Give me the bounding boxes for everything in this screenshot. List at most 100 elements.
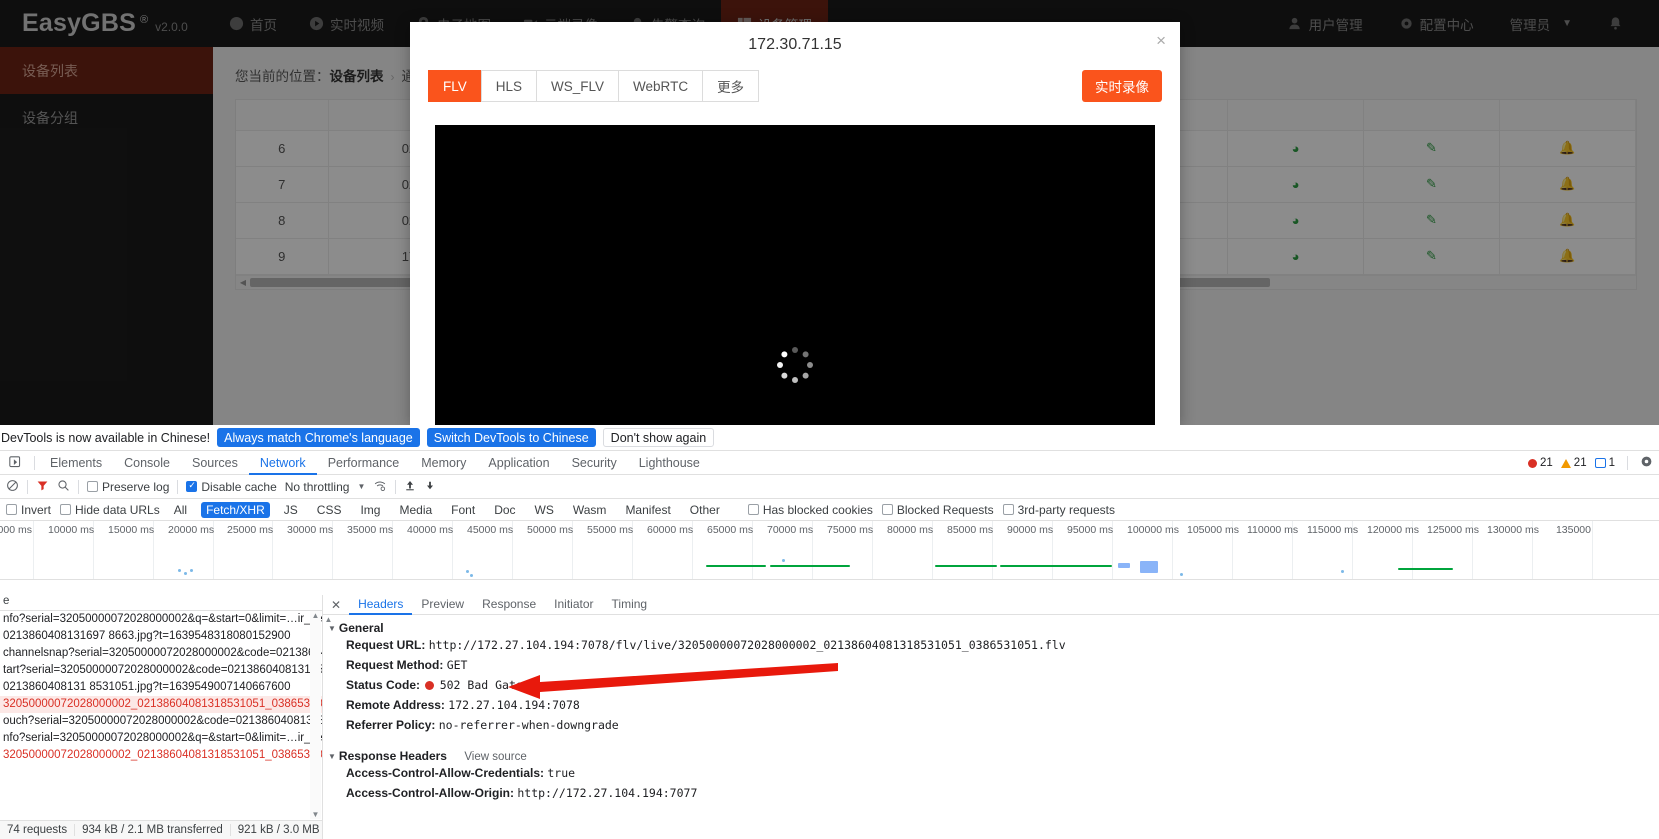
checkbox-box: [6, 504, 17, 515]
inspect-element-icon[interactable]: [0, 456, 30, 469]
detail-scrollbar[interactable]: ▲: [323, 615, 334, 839]
request-list-scrollbar[interactable]: ▲ ▼: [310, 611, 321, 819]
list-item[interactable]: channelsnap?serial=32050000072028000002&…: [0, 645, 322, 662]
has-blocked-cookies-checkbox[interactable]: Has blocked cookies: [748, 503, 873, 517]
error-count-badge[interactable]: 21: [1528, 457, 1553, 469]
filter-type-font[interactable]: Font: [446, 502, 480, 518]
protocol-tab-flv[interactable]: FLV: [428, 70, 482, 102]
search-icon[interactable]: [57, 479, 70, 495]
tab-application[interactable]: Application: [477, 451, 560, 475]
filter-type-manifest[interactable]: Manifest: [620, 502, 675, 518]
detail-tab-timing[interactable]: Timing: [603, 595, 657, 615]
timeline-blue-bar: [1118, 563, 1130, 568]
tab-console[interactable]: Console: [113, 451, 181, 475]
timeline-tick-label: 130000 ms: [1487, 524, 1531, 536]
protocol-tab-hls[interactable]: HLS: [481, 70, 537, 102]
scroll-up-icon[interactable]: ▲: [310, 611, 321, 620]
tab-sources[interactable]: Sources: [181, 451, 249, 475]
general-section-title[interactable]: ▼General: [328, 621, 1659, 635]
timeline-tick-label: 65000 ms: [707, 524, 751, 536]
devtools-settings-gear-icon[interactable]: [1640, 455, 1653, 471]
close-detail-icon[interactable]: ✕: [323, 598, 349, 612]
close-icon[interactable]: ×: [1156, 32, 1166, 49]
switch-language-button[interactable]: Switch DevTools to Chinese: [427, 428, 596, 447]
protocol-tab-ws-flv[interactable]: WS_FLV: [536, 70, 619, 102]
preserve-log-checkbox[interactable]: Preserve log: [87, 480, 169, 494]
timeline-blue-bar: [1140, 561, 1158, 573]
network-overview-timeline[interactable]: 5000 ms 10000 ms 15000 ms 20000 ms 25000…: [0, 521, 1659, 580]
protocol-tab-webrtc[interactable]: WebRTC: [618, 70, 703, 102]
response-headers-title[interactable]: ▼Response Headers View source: [328, 749, 1659, 763]
invert-checkbox[interactable]: Invert: [6, 503, 51, 517]
list-item[interactable]: 0213860408131697 8663.jpg?t=163954831808…: [0, 628, 322, 645]
timeline-tick-label: 25000 ms: [227, 524, 271, 536]
timeline-tick-label: 60000 ms: [647, 524, 691, 536]
list-item[interactable]: nfo?serial=32050000072028000002&q=&start…: [0, 730, 322, 747]
filter-type-ws[interactable]: WS: [530, 502, 559, 518]
kv-key: Remote Address:: [346, 698, 445, 712]
filter-type-img[interactable]: Img: [355, 502, 385, 518]
tab-lighthouse[interactable]: Lighthouse: [628, 451, 711, 475]
list-item[interactable]: 0213860408131 8531051.jpg?t=163954900714…: [0, 679, 322, 696]
chevron-down-icon[interactable]: ▼: [357, 482, 365, 491]
filter-type-css[interactable]: CSS: [312, 502, 347, 518]
filter-type-fetch-xhr[interactable]: Fetch/XHR: [201, 502, 270, 518]
checkbox-box: [882, 504, 893, 515]
tab-network[interactable]: Network: [249, 451, 317, 475]
protocol-tab-more[interactable]: 更多: [702, 70, 759, 102]
list-item[interactable]: nfo?serial=32050000072028000002&q=&start…: [0, 611, 322, 628]
scroll-down-icon[interactable]: ▼: [310, 810, 321, 819]
blocked-requests-checkbox[interactable]: Blocked Requests: [882, 503, 994, 517]
video-preview-modal: 172.30.71.15 × FLV HLS WS_FLV WebRTC 更多 …: [410, 22, 1180, 425]
timeline-tick-label: 50000 ms: [527, 524, 571, 536]
invert-label: Invert: [21, 503, 51, 517]
filter-type-doc[interactable]: Doc: [489, 502, 520, 518]
clear-icon[interactable]: [6, 479, 19, 495]
kv-key: Request Method:: [346, 658, 443, 672]
video-player-area[interactable]: [435, 125, 1155, 425]
export-har-icon[interactable]: [424, 479, 436, 495]
detail-tab-initiator[interactable]: Initiator: [545, 595, 602, 615]
protocol-tab-group: FLV HLS WS_FLV WebRTC 更多: [428, 70, 759, 102]
tab-performance[interactable]: Performance: [317, 451, 411, 475]
list-item-error[interactable]: 32050000072028000002_0213860408131853105…: [0, 747, 322, 764]
disable-cache-checkbox[interactable]: Disable cache: [186, 480, 276, 494]
filter-type-all[interactable]: All: [169, 502, 192, 518]
list-item-selected[interactable]: 32050000072028000002_0213860408131853105…: [0, 696, 322, 713]
dismiss-language-button[interactable]: Don't show again: [603, 428, 715, 447]
list-item[interactable]: tart?serial=32050000072028000002&code=02…: [0, 662, 322, 679]
devtools-tab-bar: Elements Console Sources Network Perform…: [0, 451, 1659, 475]
timeline-tick-label: 115000 ms: [1307, 524, 1351, 536]
always-match-language-button[interactable]: Always match Chrome's language: [217, 428, 420, 447]
message-count-badge[interactable]: 1: [1595, 457, 1615, 469]
timeline-tick-label: 135000: [1547, 524, 1591, 536]
tab-elements[interactable]: Elements: [39, 451, 113, 475]
wifi-icon[interactable]: [373, 479, 387, 495]
third-party-requests-checkbox[interactable]: 3rd-party requests: [1003, 503, 1115, 517]
timeline-request-bar: [706, 565, 766, 567]
warning-count-badge[interactable]: 21: [1561, 457, 1587, 469]
filter-type-js[interactable]: JS: [279, 502, 303, 518]
filter-type-media[interactable]: Media: [394, 502, 437, 518]
loading-spinner-icon: [777, 347, 813, 383]
detail-tab-preview[interactable]: Preview: [412, 595, 473, 615]
divider: [1627, 456, 1628, 470]
throttling-select[interactable]: No throttling: [285, 480, 350, 494]
detail-tab-headers[interactable]: Headers: [349, 595, 412, 615]
request-list[interactable]: e nfo?serial=32050000072028000002&q=&sta…: [0, 595, 323, 839]
view-source-link[interactable]: View source: [464, 751, 526, 763]
live-record-button[interactable]: 实时录像: [1082, 70, 1162, 102]
import-har-icon[interactable]: [404, 479, 416, 495]
filter-type-other[interactable]: Other: [685, 502, 725, 518]
filter-icon[interactable]: [36, 479, 49, 495]
filter-type-wasm[interactable]: Wasm: [568, 502, 612, 518]
scroll-up-icon[interactable]: ▲: [323, 615, 334, 624]
tab-security[interactable]: Security: [561, 451, 628, 475]
hide-data-urls-checkbox[interactable]: Hide data URLs: [60, 503, 160, 517]
message-count: 1: [1609, 457, 1615, 469]
list-item[interactable]: ouch?serial=32050000072028000002&code=02…: [0, 713, 322, 730]
detail-tab-response[interactable]: Response: [473, 595, 545, 615]
message-icon: [1595, 458, 1606, 468]
network-toolbar: Preserve log Disable cache No throttling…: [0, 475, 1659, 499]
tab-memory[interactable]: Memory: [410, 451, 477, 475]
